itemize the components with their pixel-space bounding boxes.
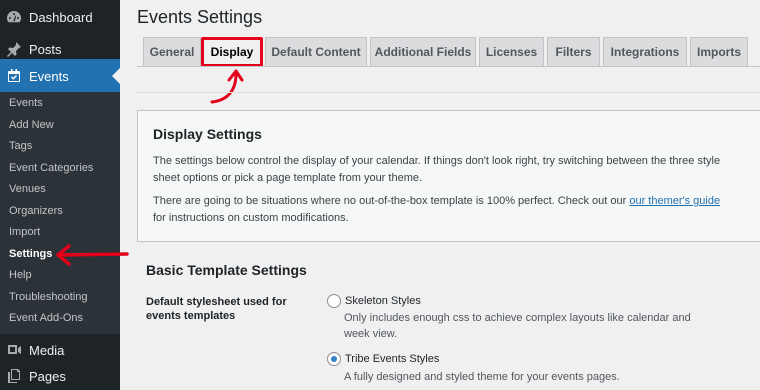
display-settings-note: There are going to be situations where n… — [153, 193, 733, 226]
submenu-item-tags[interactable]: Tags — [9, 140, 32, 152]
themers-guide-link[interactable]: our themer's guide — [629, 195, 720, 207]
tab-integrations[interactable]: Integrations — [603, 37, 687, 67]
events-submenu: Events Add New Tags Event Categories Ven… — [0, 92, 120, 334]
tab-label: Filters — [555, 45, 592, 59]
annotation-arrow-left-icon — [56, 244, 129, 266]
pages-icon — [6, 368, 22, 384]
tab-filters[interactable]: Filters — [547, 37, 600, 67]
sidebar-item-label: Media — [29, 342, 65, 358]
annotation-arrow-up-icon — [210, 69, 244, 104]
page-title: Events Settings — [137, 7, 263, 27]
submenu-item-events[interactable]: Events — [9, 97, 43, 109]
radio-button-checked[interactable] — [327, 352, 341, 366]
tab-label: Integrations — [610, 45, 680, 59]
default-stylesheet-label: Default stylesheet used for events templ… — [146, 296, 287, 322]
sidebar-item-label: Dashboard — [29, 9, 93, 25]
tab-imports[interactable]: Imports — [690, 37, 748, 67]
pushpin-icon — [6, 41, 22, 57]
tab-label: Licenses — [485, 45, 538, 59]
tab-label: Additional Fields — [374, 45, 472, 59]
active-menu-pointer — [112, 68, 120, 84]
sidebar-item-label: Posts — [29, 41, 62, 57]
dashboard-icon — [6, 9, 22, 25]
sidebar-item-dashboard[interactable]: Dashboard — [0, 0, 120, 34]
submenu-item-troubleshooting[interactable]: Troubleshooting — [9, 291, 87, 303]
tab-label: General — [149, 45, 195, 59]
radio-label: Tribe Events Styles — [345, 353, 440, 365]
tab-display[interactable]: Display — [200, 37, 264, 67]
skeleton-styles-description: Only includes enough css to achieve comp… — [344, 312, 691, 340]
admin-sidebar: Dashboard Posts Events Events Add New Ta… — [0, 0, 120, 390]
note-text: There are going to be situations where n… — [153, 195, 630, 207]
sidebar-item-pages[interactable]: Pages — [0, 359, 120, 390]
tab-label: Display — [200, 37, 264, 67]
display-settings-intro: The settings below control the display o… — [153, 155, 721, 184]
sidebar-item-label: Events — [29, 68, 69, 84]
submenu-item-import[interactable]: Import — [9, 226, 40, 238]
radio-skeleton-styles[interactable]: Skeleton Styles — [327, 294, 421, 308]
radio-button[interactable] — [327, 294, 341, 308]
tribe-events-styles-description: A fully designed and styled theme for yo… — [344, 371, 620, 383]
tab-additional-fields[interactable]: Additional Fields — [370, 37, 476, 67]
calendar-icon — [6, 68, 22, 84]
tab-default-content[interactable]: Default Content — [265, 37, 367, 67]
section-divider — [137, 92, 760, 93]
submenu-item-help[interactable]: Help — [9, 269, 32, 281]
basic-template-settings-heading: Basic Template Settings — [146, 262, 307, 278]
note-text: for instructions on custom modifications… — [153, 211, 349, 224]
submenu-item-event-categories[interactable]: Event Categories — [9, 162, 93, 174]
tab-licenses[interactable]: Licenses — [479, 37, 544, 67]
display-settings-box: Display Settings The settings below cont… — [137, 110, 760, 242]
submenu-item-venues[interactable]: Venues — [9, 183, 46, 195]
submenu-item-organizers[interactable]: Organizers — [9, 205, 63, 217]
submenu-item-add-new[interactable]: Add New — [9, 119, 54, 131]
submenu-item-settings[interactable]: Settings — [9, 248, 52, 260]
sidebar-item-label: Pages — [29, 368, 66, 384]
radio-tribe-events-styles[interactable]: Tribe Events Styles — [327, 352, 439, 366]
tab-general[interactable]: General — [143, 37, 201, 67]
submenu-item-event-add-ons[interactable]: Event Add-Ons — [9, 312, 83, 324]
sidebar-item-events[interactable]: Events — [0, 59, 120, 93]
radio-label: Skeleton Styles — [345, 295, 421, 307]
display-settings-heading: Display Settings — [153, 126, 262, 142]
tab-label: Imports — [696, 45, 741, 59]
tab-label: Default Content — [271, 45, 361, 59]
media-icon — [6, 342, 22, 358]
